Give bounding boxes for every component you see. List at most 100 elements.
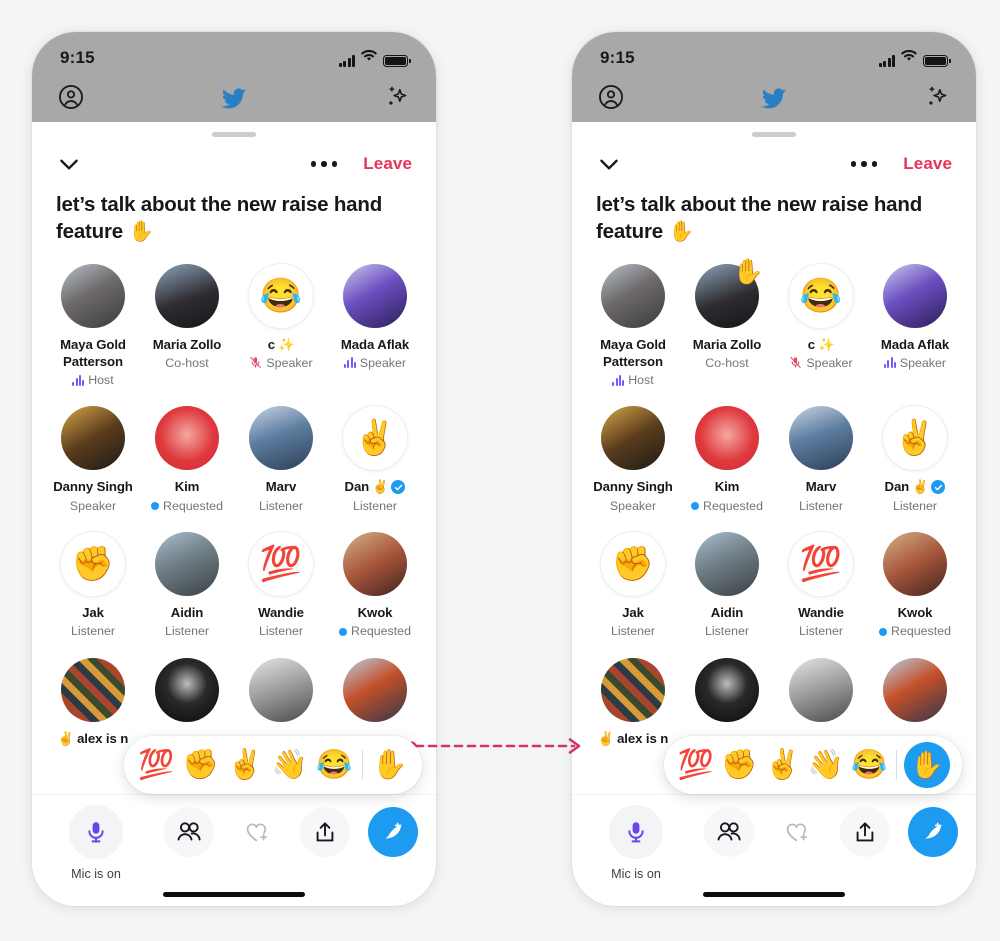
avatar[interactable] <box>155 406 219 471</box>
account-circle-icon[interactable] <box>58 84 84 115</box>
sparkle-icon[interactable] <box>384 84 410 115</box>
avatar[interactable] <box>883 657 947 722</box>
microphone-icon[interactable] <box>609 805 663 859</box>
avatar[interactable] <box>601 406 665 471</box>
avatar[interactable]: 😂 <box>249 263 313 328</box>
more-horizontal-icon[interactable] <box>310 161 338 167</box>
avatar[interactable]: ✊ <box>601 532 665 597</box>
participant-tile[interactable]: 😂 c ✨ Speaker <box>774 263 868 389</box>
avatar[interactable] <box>789 657 853 722</box>
heart-plus-icon[interactable] <box>232 807 282 857</box>
emoji-reaction-2[interactable]: ✌️ <box>763 743 802 787</box>
emoji-reaction-0[interactable]: 💯 <box>676 743 715 787</box>
participant-tile-clipped[interactable]: ✌️ alex is n <box>46 657 140 747</box>
compose-tweet-icon[interactable] <box>368 807 418 857</box>
heart-plus-icon[interactable] <box>772 807 822 857</box>
mic-control[interactable]: Mic is on <box>54 805 138 881</box>
people-icon[interactable] <box>704 807 754 857</box>
avatar[interactable]: 💯 <box>249 532 313 597</box>
avatar[interactable]: 😂 <box>789 263 853 328</box>
avatar[interactable] <box>601 263 665 328</box>
avatar[interactable] <box>61 263 125 328</box>
participant-tile[interactable]: Mada Aflak Speaker <box>328 263 422 389</box>
microphone-icon[interactable] <box>69 805 123 859</box>
participant-tile-clipped[interactable]: ✌️ alex is n <box>586 657 680 747</box>
chevron-down-icon[interactable] <box>596 151 622 177</box>
avatar[interactable] <box>343 657 407 722</box>
raise-hand-button[interactable]: ✋ <box>370 743 411 787</box>
avatar[interactable] <box>61 406 125 471</box>
emoji-reaction-0[interactable]: 💯 <box>136 743 177 787</box>
emoji-reaction-3[interactable]: 👋 <box>806 743 845 787</box>
participant-tile[interactable]: 💯 Wandie Listener <box>774 532 868 640</box>
participant-tile[interactable]: Maya Gold Patterson Host <box>46 263 140 389</box>
avatar[interactable]: ✊ <box>61 532 125 597</box>
participant-tile[interactable]: Kim Requested <box>680 406 774 514</box>
avatar[interactable] <box>883 532 947 597</box>
account-circle-icon[interactable] <box>598 84 624 115</box>
participant-tile[interactable]: ✊ Jak Listener <box>586 532 680 640</box>
avatar[interactable]: ✌️ <box>343 406 407 471</box>
participant-tile[interactable]: ✊ Jak Listener <box>46 532 140 640</box>
avatar[interactable]: ✌️ <box>883 406 947 471</box>
participant-tile-clipped[interactable] <box>774 657 868 747</box>
avatar[interactable] <box>695 532 759 597</box>
emoji-reaction-1[interactable]: ✊ <box>181 743 222 787</box>
participant-tile[interactable]: Danny Singh Speaker <box>586 406 680 514</box>
participant-tile[interactable]: Marv Listener <box>774 406 868 514</box>
emoji-reaction-4[interactable]: 😂 <box>314 743 355 787</box>
participant-tile[interactable]: Danny Singh Speaker <box>46 406 140 514</box>
phone-mockup-after: 9:15 Leave let’s talk about the new rais… <box>572 32 976 906</box>
share-up-icon[interactable] <box>840 807 890 857</box>
share-up-icon[interactable] <box>300 807 350 857</box>
participant-tile[interactable]: Marv Listener <box>234 406 328 514</box>
participant-tile[interactable]: ✋ Maria Zollo Co-host <box>680 259 774 389</box>
avatar[interactable] <box>155 532 219 597</box>
sparkle-icon[interactable] <box>924 84 950 115</box>
participant-tile[interactable]: Aidin Listener <box>140 532 234 640</box>
avatar[interactable] <box>883 263 947 328</box>
participant-tile[interactable]: Maya Gold Patterson Host <box>586 263 680 389</box>
avatar[interactable] <box>695 657 759 722</box>
audio-wave-icon <box>343 357 356 369</box>
emoji-reaction-2[interactable]: ✌️ <box>225 743 266 787</box>
participant-tile-clipped[interactable] <box>140 657 234 747</box>
mic-muted-icon <box>789 356 802 369</box>
emoji-reaction-4[interactable]: 😂 <box>850 743 889 787</box>
leave-button[interactable]: Leave <box>903 154 952 174</box>
participant-tile[interactable]: 😂 c ✨ Speaker <box>234 263 328 389</box>
avatar[interactable] <box>249 657 313 722</box>
avatar[interactable] <box>155 263 219 328</box>
chevron-down-icon[interactable] <box>56 151 82 177</box>
avatar[interactable] <box>343 263 407 328</box>
emoji-reaction-3[interactable]: 👋 <box>270 743 311 787</box>
emoji-reaction-1[interactable]: ✊ <box>719 743 758 787</box>
avatar[interactable] <box>601 657 665 722</box>
raise-hand-button[interactable]: ✋ <box>904 742 951 788</box>
participant-tile[interactable]: Kim Requested <box>140 406 234 514</box>
participant-tile[interactable]: Kwok Requested <box>328 532 422 640</box>
avatar[interactable] <box>789 406 853 471</box>
bottom-action-bar: Mic is on <box>32 794 436 906</box>
avatar[interactable] <box>155 657 219 722</box>
participant-tile[interactable]: Mada Aflak Speaker <box>868 263 962 389</box>
participant-tile-clipped[interactable] <box>234 657 328 747</box>
participant-tile-clipped[interactable] <box>680 657 774 747</box>
participant-tile[interactable]: ✌️ Dan ✌️ Listener <box>328 406 422 514</box>
mic-control[interactable]: Mic is on <box>594 805 678 881</box>
participant-tile[interactable]: 💯 Wandie Listener <box>234 532 328 640</box>
avatar[interactable] <box>695 406 759 471</box>
avatar[interactable]: 💯 <box>789 532 853 597</box>
avatar[interactable] <box>61 657 125 722</box>
participant-tile[interactable]: Kwok Requested <box>868 532 962 640</box>
avatar[interactable] <box>249 406 313 471</box>
compose-tweet-icon[interactable] <box>908 807 958 857</box>
participant-tile[interactable]: ✌️ Dan ✌️ Listener <box>868 406 962 514</box>
leave-button[interactable]: Leave <box>363 154 412 174</box>
more-horizontal-icon[interactable] <box>850 161 878 167</box>
participant-tile[interactable]: Maria Zollo Co-host <box>140 263 234 389</box>
avatar[interactable] <box>343 532 407 597</box>
participant-tile[interactable]: Aidin Listener <box>680 532 774 640</box>
people-icon[interactable] <box>164 807 214 857</box>
participant-tile-clipped[interactable] <box>868 657 962 747</box>
